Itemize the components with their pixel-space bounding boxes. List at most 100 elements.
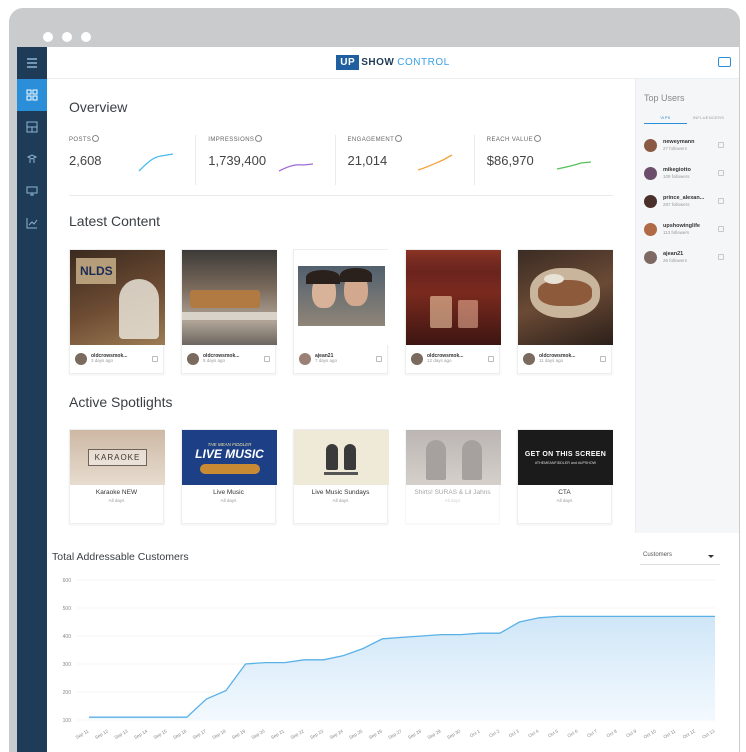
- dashboard-icon[interactable]: [17, 79, 47, 111]
- user-avatar[interactable]: [299, 353, 311, 365]
- window-dot-maximize[interactable]: [81, 32, 91, 42]
- latest-content-title: Latest Content: [69, 213, 161, 229]
- menu-icon[interactable]: [17, 47, 47, 79]
- x-tick-label: Sep 26: [368, 728, 383, 740]
- stat-engagement[interactable]: ENGAGEMENT 21,014: [334, 135, 474, 185]
- stat-value: 1,739,400: [208, 153, 267, 168]
- x-tick-label: Oct 4: [527, 728, 539, 738]
- top-user-row[interactable]: prince_alexan... 287 followers: [644, 187, 730, 215]
- window-dot-close[interactable]: [43, 32, 53, 42]
- sparkline: [278, 163, 313, 172]
- user-followers: 26 followers: [663, 257, 688, 263]
- spotlight-image: GET ON THIS SCREEN #THEMEANFIDDLER and #…: [518, 430, 613, 485]
- card-option-icon[interactable]: [152, 356, 158, 362]
- spotlight-image: [294, 430, 389, 485]
- logo-show: SHOW: [361, 57, 395, 68]
- poster-subtext: #THEMEANFIDDLER and #UPSHOW: [534, 460, 597, 465]
- x-tick-label: Sep 15: [153, 728, 168, 740]
- stat-label: ENGAGEMENT: [347, 137, 395, 143]
- x-tick-label: Oct 11: [662, 728, 676, 739]
- user-avatar: [644, 194, 657, 208]
- chart-area: [89, 616, 715, 720]
- content-card[interactable]: NLDS oldcrowsmok... 3 days ago: [69, 249, 165, 374]
- section-divider: [69, 195, 613, 196]
- top-user-row[interactable]: upshowinglife 113 followers: [644, 215, 730, 243]
- customers-dropdown[interactable]: Customers: [640, 547, 720, 565]
- y-tick-label: 200: [63, 690, 72, 696]
- top-user-row[interactable]: mikegiotto 109 followers: [644, 159, 730, 187]
- instagram-icon[interactable]: [718, 254, 724, 260]
- y-tick-label: 400: [63, 634, 72, 640]
- user-avatar[interactable]: [187, 353, 199, 365]
- top-users-title: Top Users: [644, 93, 685, 103]
- content-card[interactable]: oldcrowsmok... 5 days ago: [181, 249, 277, 374]
- spotlight-schedule: All days: [220, 498, 237, 503]
- user-avatar[interactable]: [523, 353, 535, 365]
- user-name: prince_alexan...: [663, 195, 705, 201]
- analytics-icon[interactable]: [17, 207, 47, 239]
- card-option-icon[interactable]: [264, 356, 270, 362]
- y-tick-label: 300: [63, 662, 72, 668]
- x-tick-label: Oct 1: [469, 728, 481, 738]
- card-option-icon[interactable]: [488, 356, 494, 362]
- stat-reach-value[interactable]: REACH VALUE $86,970: [473, 135, 613, 185]
- stat-impressions[interactable]: IMPRESSIONS 1,739,400: [195, 135, 334, 185]
- spotlight-card[interactable]: KARAOKE Karaoke NEW All days: [69, 429, 165, 524]
- user-avatar[interactable]: [411, 353, 423, 365]
- x-tick-label: Sep 24: [329, 728, 344, 740]
- x-tick-label: Sep 22: [290, 728, 305, 740]
- spotlight-card[interactable]: Shirts! SURAS & Lil Jahns All days: [405, 429, 501, 524]
- window-dot-minimize[interactable]: [62, 32, 72, 42]
- user-avatar: [644, 250, 657, 264]
- display-icon[interactable]: [17, 175, 47, 207]
- x-tick-label: Sep 19: [231, 728, 246, 740]
- upshow-logo[interactable]: UP SHOW CONTROL: [336, 55, 449, 70]
- cast-icon[interactable]: [718, 57, 731, 67]
- instagram-icon[interactable]: [718, 170, 724, 176]
- poster-text: KARAOKE: [87, 449, 148, 466]
- help-icon[interactable]: [92, 135, 100, 142]
- instagram-icon[interactable]: [718, 198, 724, 204]
- x-tick-label: Sep 17: [192, 728, 207, 740]
- x-tick-label: Oct 12: [682, 728, 697, 739]
- instagram-icon[interactable]: [718, 226, 724, 232]
- tab-vips[interactable]: VIPS: [644, 115, 687, 124]
- user-name: neweymann: [663, 139, 695, 145]
- poster-text: LIVE MUSIC: [195, 446, 264, 461]
- top-user-row[interactable]: ajean21 26 followers: [644, 243, 730, 271]
- card-option-icon[interactable]: [376, 356, 382, 362]
- twitter-icon[interactable]: [718, 142, 724, 148]
- tab-influencers[interactable]: INFLUENCERS: [687, 115, 730, 124]
- x-tick-label: Oct 2: [488, 728, 500, 738]
- content-card[interactable]: oldcrowsmok... 12 days ago: [405, 249, 501, 374]
- spotlight-schedule: All days: [108, 498, 125, 503]
- spotlight-image: KARAOKE: [70, 430, 165, 485]
- x-tick-label: Oct 10: [643, 728, 658, 739]
- help-icon[interactable]: [395, 135, 403, 142]
- x-tick-label: Oct 6: [567, 728, 579, 738]
- content-card[interactable]: ajean21 7 days ago: [293, 249, 389, 374]
- x-tick-label: Sep 25: [348, 728, 363, 740]
- stat-label: POSTS: [69, 137, 92, 143]
- top-bar: UP SHOW CONTROL: [47, 47, 739, 79]
- spotlight-card[interactable]: GET ON THIS SCREEN #THEMEANFIDDLER and #…: [517, 429, 613, 524]
- spotlight-schedule: All days: [444, 498, 461, 503]
- dropdown-value: Customers: [643, 552, 673, 558]
- x-tick-label: Oct 3: [508, 728, 520, 738]
- help-icon[interactable]: [255, 135, 263, 142]
- stat-posts[interactable]: POSTS 2,608: [69, 135, 195, 185]
- card-option-icon[interactable]: [600, 356, 606, 362]
- x-tick-label: Oct 8: [606, 728, 618, 738]
- spotlight-card[interactable]: THE MEAN FIDDLER LIVE MUSIC Live Music A…: [181, 429, 277, 524]
- help-icon[interactable]: [534, 135, 542, 142]
- top-user-row[interactable]: neweymann 27 followers: [644, 131, 730, 159]
- spotlight-card[interactable]: Live Music Sundays All days: [293, 429, 389, 524]
- user-followers: 113 followers: [663, 229, 690, 235]
- spotlight-icon[interactable]: [17, 143, 47, 175]
- overview-title: Overview: [69, 99, 128, 115]
- user-avatar: [644, 138, 657, 152]
- user-avatar[interactable]: [75, 353, 87, 365]
- content-icon[interactable]: [17, 111, 47, 143]
- user-followers: 27 followers: [663, 145, 688, 151]
- content-card[interactable]: oldcrowsmok... 11 days ago: [517, 249, 613, 374]
